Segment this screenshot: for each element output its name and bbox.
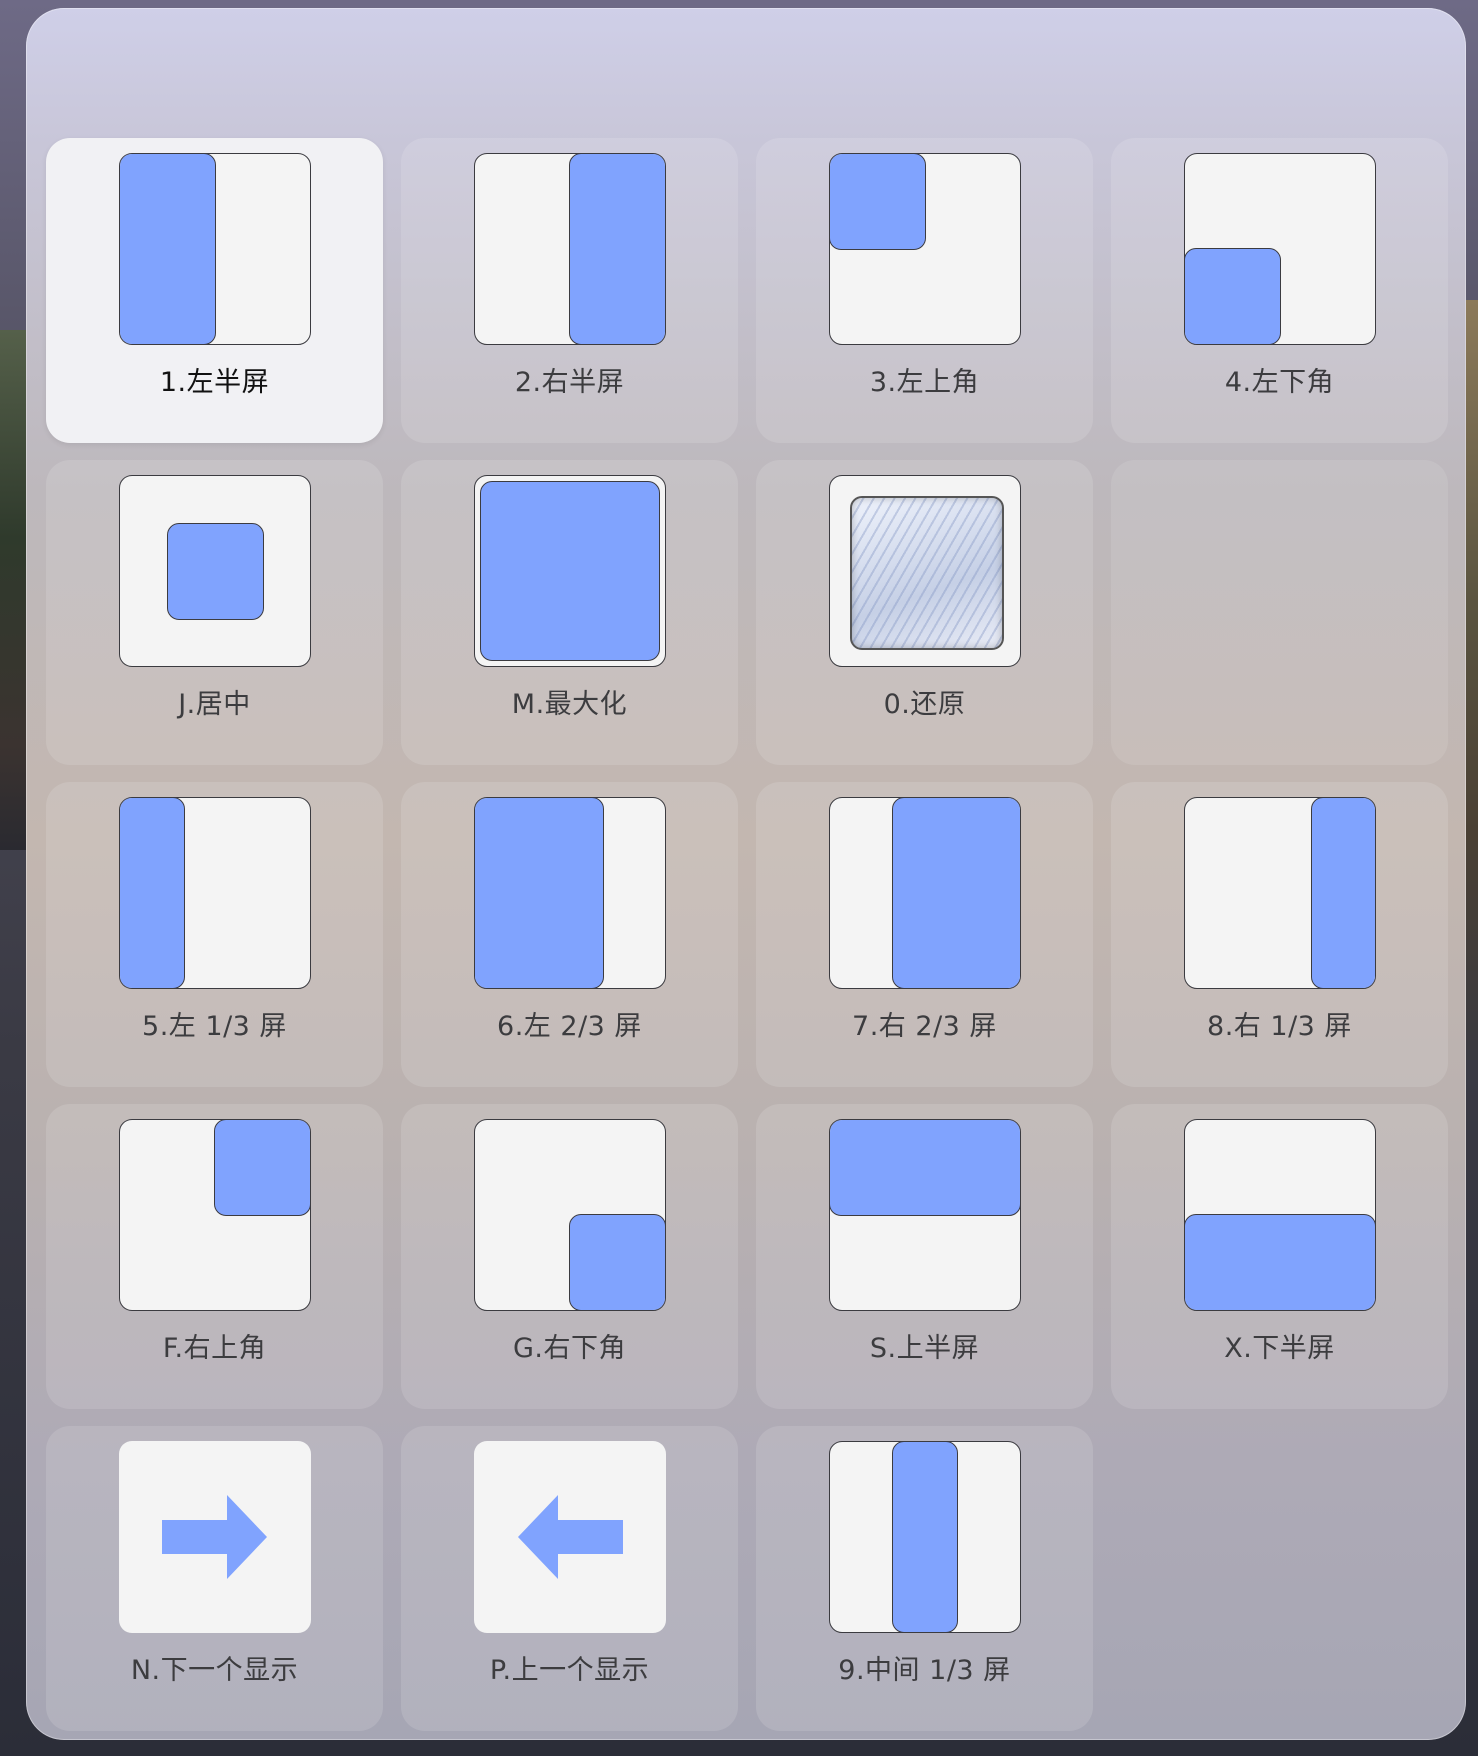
right-two-thirds-icon — [829, 797, 1021, 989]
bottom-left-corner-icon — [1184, 153, 1376, 345]
tile-center[interactable]: J.居中 — [46, 460, 383, 765]
top-half-icon — [829, 1119, 1021, 1311]
tile-previous-display[interactable]: P.上一个显示 — [401, 1426, 738, 1731]
maximize-icon — [474, 475, 666, 667]
tile-label: 2.右半屏 — [514, 367, 625, 398]
center-icon — [119, 475, 311, 667]
bottom-half-icon — [1184, 1119, 1376, 1311]
tile-label: 1.左半屏 — [159, 367, 270, 398]
tile-bottom-right-corner[interactable]: G.右下角 — [401, 1104, 738, 1409]
tile-label: J.居中 — [178, 689, 251, 720]
tile-top-right-corner[interactable]: F.右上角 — [46, 1104, 383, 1409]
tile-label: 3.左上角 — [869, 367, 980, 398]
arrow-left-icon — [474, 1441, 666, 1633]
bottom-right-corner-icon — [474, 1119, 666, 1311]
center-third-icon — [829, 1441, 1021, 1633]
tile-left-third[interactable]: 5.左 1/3 屏 — [46, 782, 383, 1087]
tile-label: 6.左 2/3 屏 — [497, 1011, 642, 1042]
tile-label: G.右下角 — [512, 1333, 626, 1364]
tile-label: 5.左 1/3 屏 — [142, 1011, 287, 1042]
tile-label: F.右上角 — [162, 1333, 267, 1364]
tile-label: 4.左下角 — [1224, 367, 1335, 398]
right-half-icon — [474, 153, 666, 345]
top-left-corner-icon — [829, 153, 1021, 345]
tile-label: 8.右 1/3 屏 — [1207, 1011, 1352, 1042]
tile-label: P.上一个显示 — [489, 1655, 650, 1686]
tile-right-two-thirds[interactable]: 7.右 2/3 屏 — [756, 782, 1093, 1087]
tile-label: X.下半屏 — [1224, 1333, 1335, 1364]
window-layout-panel: 1.左半屏 2.右半屏 3.左上角 4.左下角 J.居中 M.最大化 0.还原 … — [26, 8, 1466, 1740]
tile-empty — [1111, 460, 1448, 765]
tile-label: M.最大化 — [511, 689, 628, 720]
left-third-icon — [119, 797, 311, 989]
tile-restore[interactable]: 0.还原 — [756, 460, 1093, 765]
tile-label: N.下一个显示 — [130, 1655, 299, 1686]
tile-bottom-left-corner[interactable]: 4.左下角 — [1111, 138, 1448, 443]
left-half-icon — [119, 153, 311, 345]
left-two-thirds-icon — [474, 797, 666, 989]
tile-top-left-corner[interactable]: 3.左上角 — [756, 138, 1093, 443]
right-third-icon — [1184, 797, 1376, 989]
tile-next-display[interactable]: N.下一个显示 — [46, 1426, 383, 1731]
tile-label: 0.还原 — [883, 689, 966, 720]
tile-label: 9.中间 1/3 屏 — [838, 1655, 1011, 1686]
layout-grid: 1.左半屏 2.右半屏 3.左上角 4.左下角 J.居中 M.最大化 0.还原 … — [46, 138, 1448, 1731]
tile-left-half[interactable]: 1.左半屏 — [46, 138, 383, 443]
tile-right-half[interactable]: 2.右半屏 — [401, 138, 738, 443]
arrow-right-icon — [119, 1441, 311, 1633]
tile-right-third[interactable]: 8.右 1/3 屏 — [1111, 782, 1448, 1087]
restore-icon — [829, 475, 1021, 667]
tile-top-half[interactable]: S.上半屏 — [756, 1104, 1093, 1409]
tile-label: S.上半屏 — [869, 1333, 980, 1364]
tile-center-third[interactable]: 9.中间 1/3 屏 — [756, 1426, 1093, 1731]
tile-maximize[interactable]: M.最大化 — [401, 460, 738, 765]
tile-label: 7.右 2/3 屏 — [852, 1011, 997, 1042]
tile-bottom-half[interactable]: X.下半屏 — [1111, 1104, 1448, 1409]
tile-left-two-thirds[interactable]: 6.左 2/3 屏 — [401, 782, 738, 1087]
top-right-corner-icon — [119, 1119, 311, 1311]
